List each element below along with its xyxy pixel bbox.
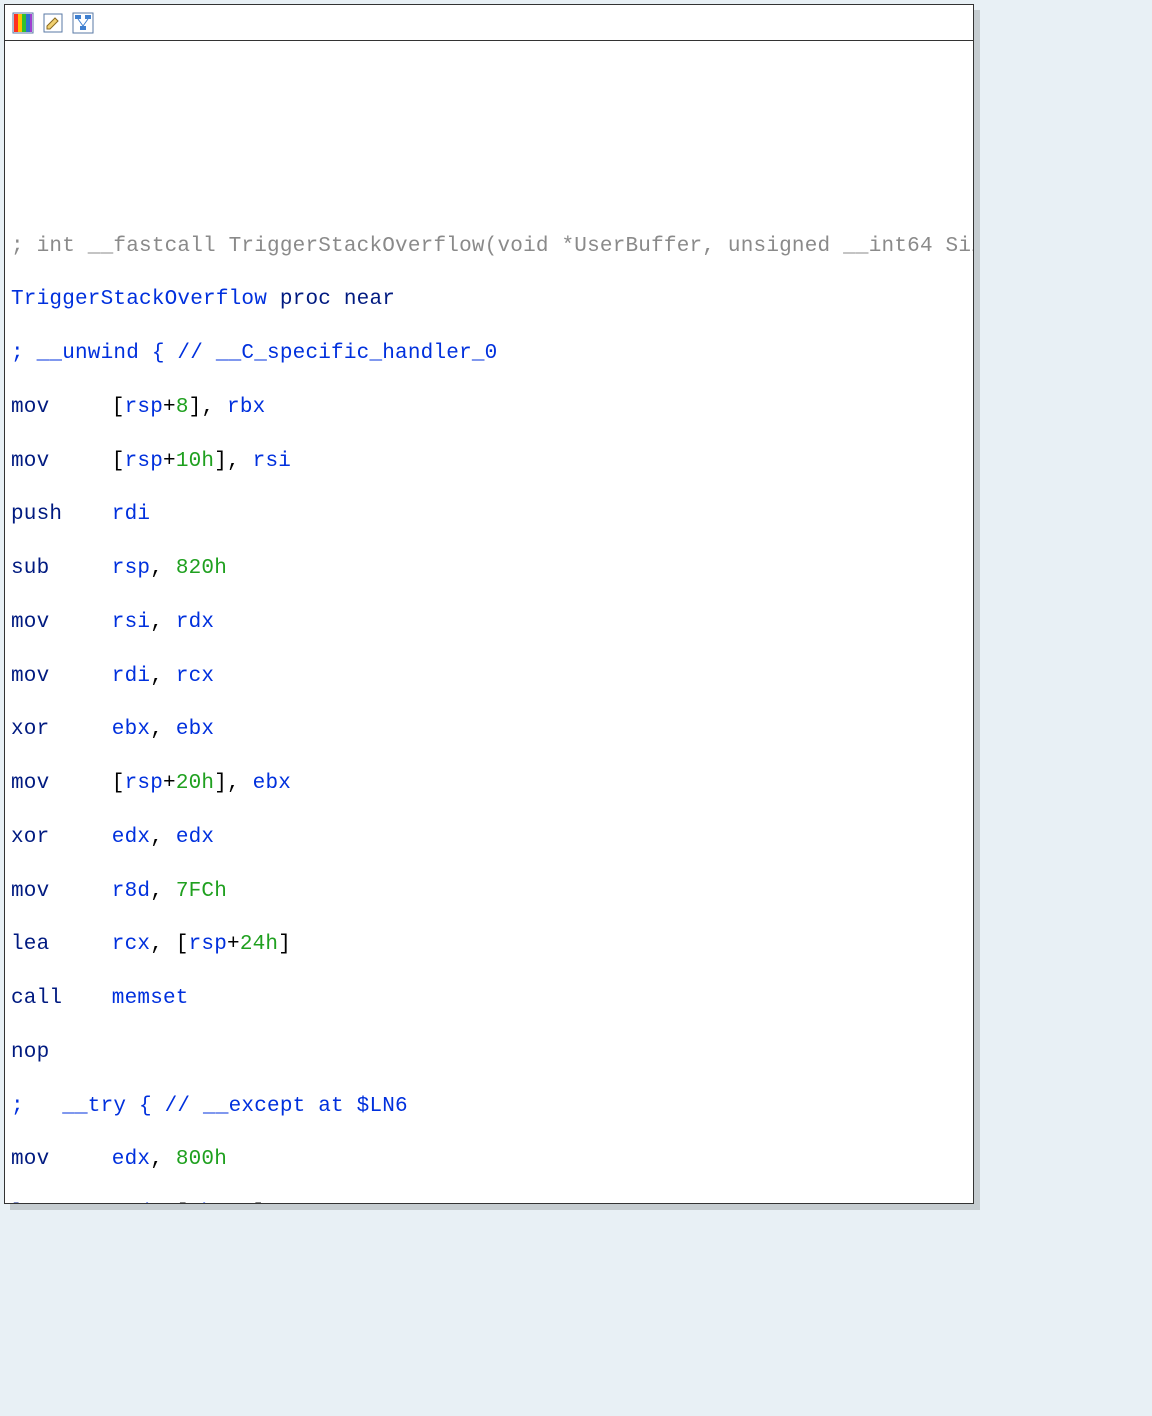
color-picker-icon[interactable] [11, 11, 35, 35]
asm-line: lear8d, [rbx+4] [11, 1201, 967, 1203]
graph-view-icon[interactable] [71, 11, 95, 35]
asm-line: movrsi, rdx [11, 610, 967, 637]
edit-icon[interactable] [41, 11, 65, 35]
asm-line: mov[rsp+10h], rsi [11, 449, 967, 476]
asm-line: xoredx, edx [11, 825, 967, 852]
asm-line: movr8d, 7FCh [11, 879, 967, 906]
asm-line: learcx, [rsp+24h] [11, 932, 967, 959]
disassembly-listing[interactable]: ; int __fastcall TriggerStackOverflow(vo… [5, 41, 973, 1203]
unwind-open: ; __unwind { // __C_specific_handler_0 [11, 341, 967, 368]
asm-line: mov[rsp+20h], ebx [11, 771, 967, 798]
asm-line: xorebx, ebx [11, 717, 967, 744]
disassembly-window: ; int __fastcall TriggerStackOverflow(vo… [4, 4, 974, 1204]
asm-line: movedx, 800h [11, 1147, 967, 1174]
proc-header: TriggerStackOverflow proc near [11, 287, 967, 314]
try-open: ; __try { // __except at $LN6 [11, 1094, 967, 1121]
toolbar [5, 5, 973, 41]
asm-line: movrdi, rcx [11, 664, 967, 691]
asm-line: mov[rsp+8], rbx [11, 395, 967, 422]
asm-line: callmemset [11, 986, 967, 1013]
asm-line: nop [11, 1040, 967, 1067]
asm-line: subrsp, 820h [11, 556, 967, 583]
signature-comment: ; int __fastcall TriggerStackOverflow(vo… [11, 234, 967, 261]
asm-line: pushrdi [11, 502, 967, 529]
